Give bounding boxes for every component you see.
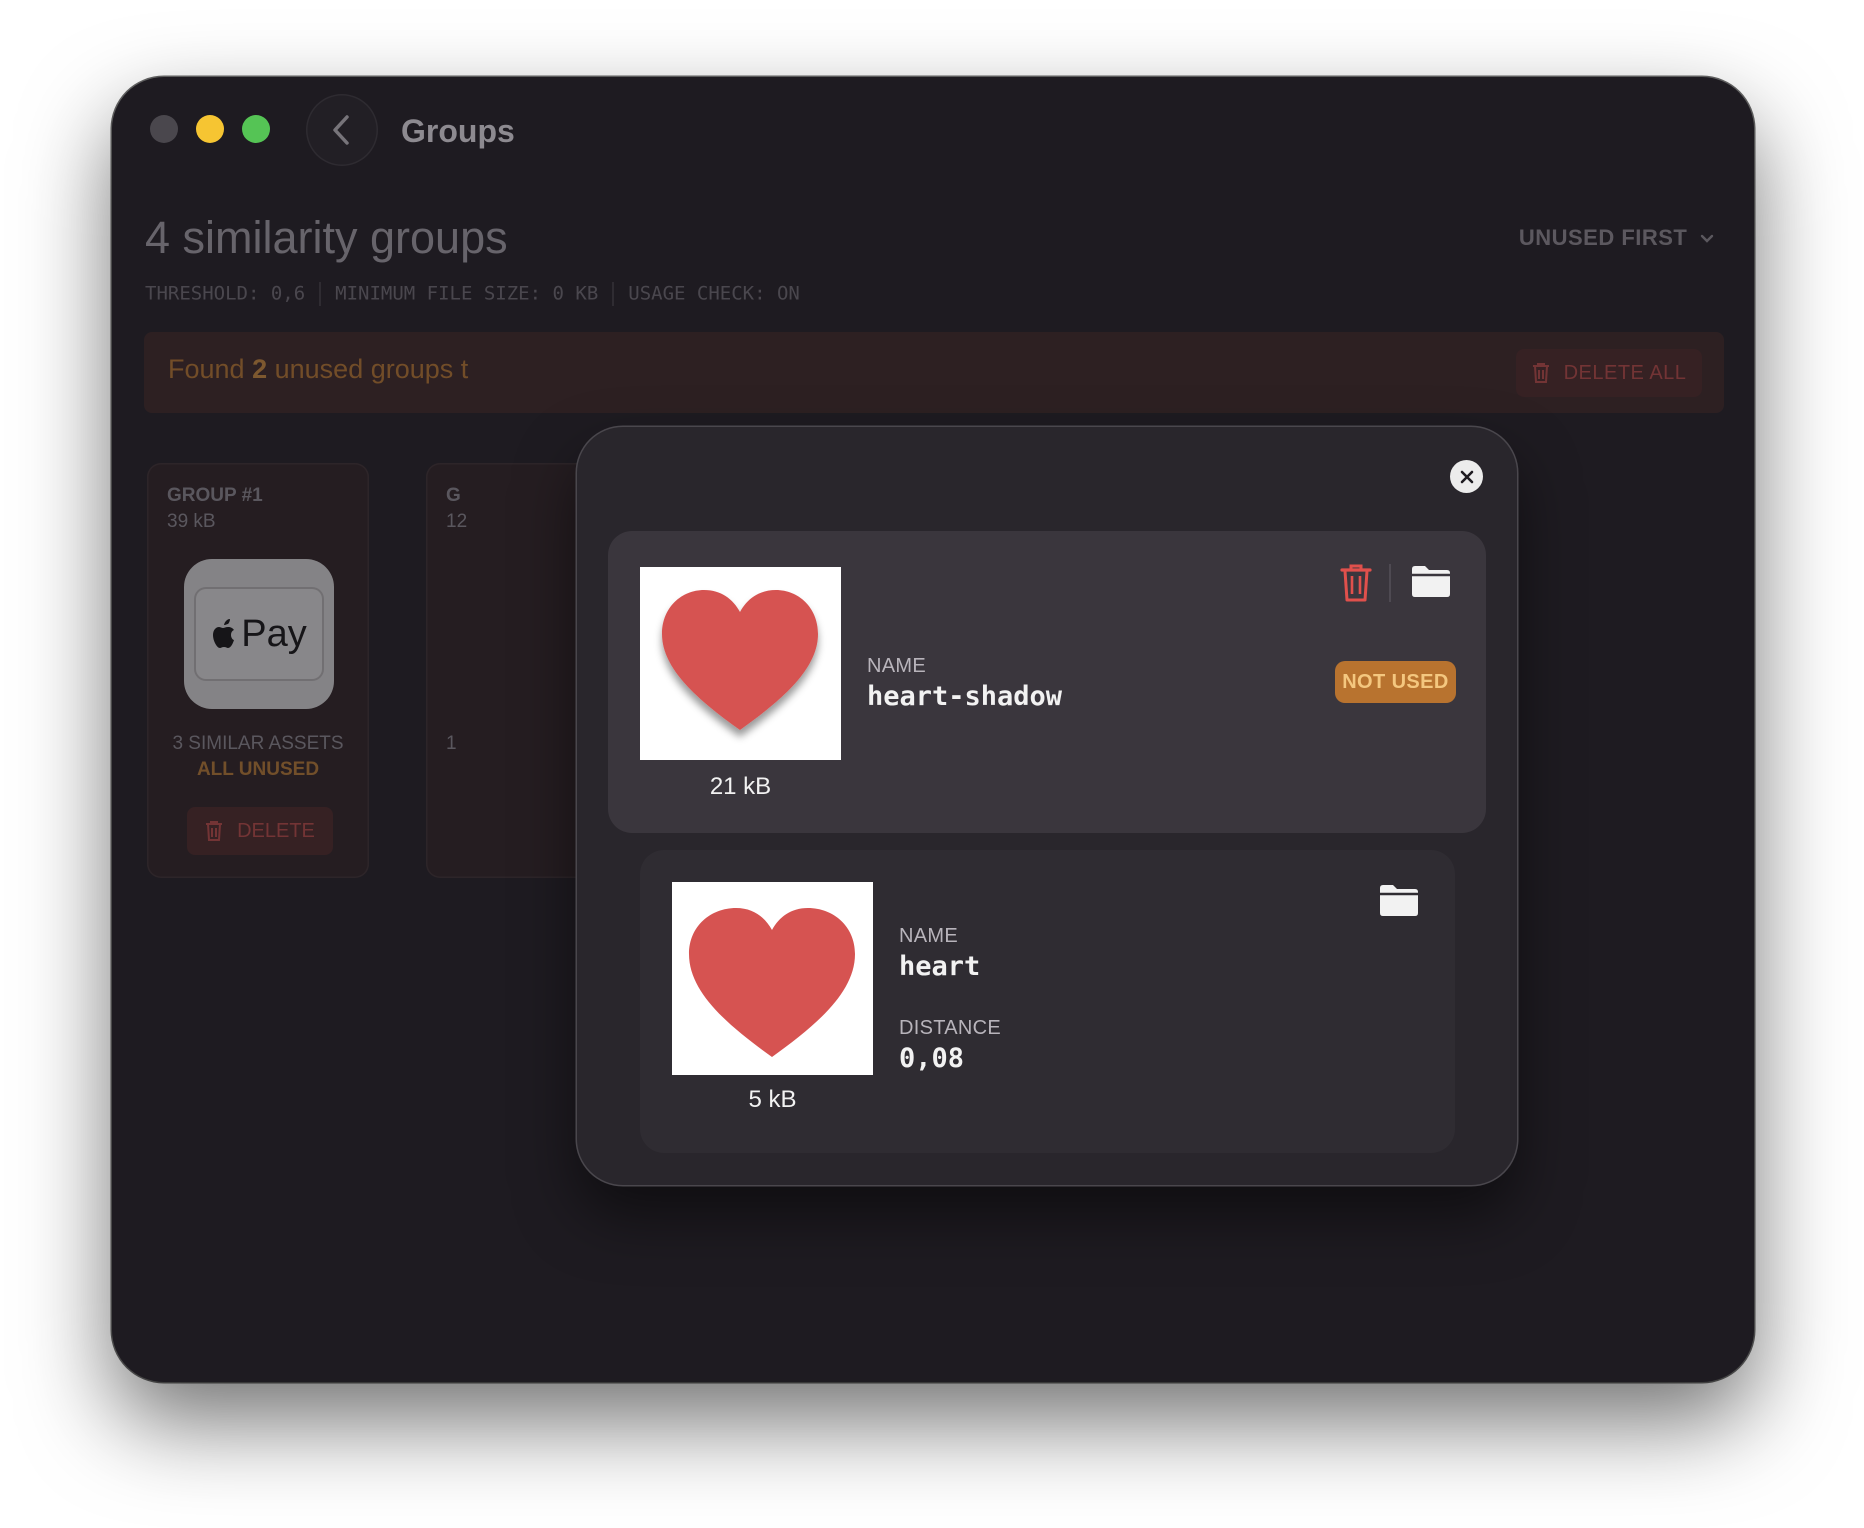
asset-thumbnail bbox=[640, 567, 841, 760]
folder-icon bbox=[1380, 885, 1418, 916]
delete-asset-button[interactable] bbox=[1336, 561, 1376, 605]
asset-name: heart bbox=[899, 951, 981, 982]
apple-pay-logo: Pay bbox=[196, 589, 322, 679]
group-size: 39 kB bbox=[167, 511, 216, 532]
sort-label: UNUSED FIRST bbox=[1518, 225, 1688, 250]
heart-image bbox=[689, 908, 855, 1057]
similar-count: 1 bbox=[446, 733, 457, 754]
distance-label: DISTANCE bbox=[899, 1017, 1002, 1039]
group-size: 12 bbox=[446, 511, 468, 532]
show-in-folder-button[interactable] bbox=[1409, 561, 1453, 601]
group-thumbnail: Pay bbox=[184, 559, 334, 709]
sort-dropdown[interactable]: UNUSED FIRST bbox=[1519, 225, 1714, 251]
asset-size: 5 kB bbox=[748, 1086, 797, 1113]
show-in-folder-button[interactable] bbox=[1377, 880, 1421, 920]
delete-group-label: DELETE bbox=[237, 819, 315, 842]
delete-group-button[interactable]: DELETE bbox=[187, 807, 333, 855]
usage-status: ALL UNUSED bbox=[196, 759, 320, 780]
trash-icon bbox=[206, 821, 223, 841]
usage-check-text: USAGE CHECK: ON bbox=[628, 282, 800, 305]
heart-shadow-image bbox=[662, 590, 818, 730]
asset-name: heart-shadow bbox=[867, 681, 1063, 712]
name-label: NAME bbox=[899, 925, 958, 947]
group-card[interactable]: GROUP #1 39 kB Pay 3 SIMILAR ASSETS ALL … bbox=[147, 463, 369, 878]
banner-suffix: unused groups t bbox=[274, 354, 469, 384]
trash-icon bbox=[1532, 363, 1549, 383]
close-icon bbox=[1460, 470, 1473, 483]
page-heading: 4 similarity groups bbox=[145, 212, 508, 263]
asset-thumbnail bbox=[672, 882, 873, 1075]
apple-pay-text: Pay bbox=[241, 612, 307, 655]
app-window: Groups 4 similarity groups UNUSED FIRST … bbox=[112, 77, 1754, 1382]
threshold-text: THRESHOLD: 0,6 bbox=[145, 282, 306, 305]
not-used-badge: NOT USED bbox=[1335, 661, 1456, 703]
banner-prefix: Found bbox=[168, 354, 245, 384]
folder-icon bbox=[1412, 566, 1450, 597]
banner-text: Found 2 unused groups t bbox=[168, 354, 468, 385]
delete-all-button[interactable]: DELETE ALL bbox=[1516, 349, 1702, 397]
name-label: NAME bbox=[867, 655, 926, 677]
group-title: GROUP #1 bbox=[167, 485, 263, 506]
distance-value: 0,08 bbox=[899, 1043, 965, 1074]
group-title: G bbox=[446, 485, 461, 506]
banner-count: 2 bbox=[252, 354, 268, 384]
delete-all-label: DELETE ALL bbox=[1563, 361, 1687, 384]
scan-settings: THRESHOLD: 0,6 MINIMUM FILE SIZE: 0 KB USA… bbox=[145, 282, 800, 306]
chevron-down-icon bbox=[1700, 234, 1714, 243]
asset-card-primary: 21 kB NAME heart-shadow NOT USED bbox=[608, 531, 1486, 833]
group-detail-modal: 21 kB NAME heart-shadow NOT USED 5 kB NA… bbox=[577, 427, 1517, 1185]
asset-size: 21 kB bbox=[709, 773, 772, 800]
asset-card: 5 kB NAME heart DISTANCE 0,08 bbox=[640, 850, 1455, 1153]
similar-count: 3 SIMILAR ASSETS bbox=[172, 733, 344, 754]
trash-icon bbox=[1340, 564, 1372, 602]
modal-close-button[interactable] bbox=[1450, 460, 1483, 493]
min-file-size-text: MINIMUM FILE SIZE: 0 KB bbox=[335, 282, 599, 305]
unused-banner: Found 2 unused groups t DELETE ALL bbox=[144, 332, 1724, 413]
divider bbox=[1389, 564, 1391, 602]
divider bbox=[612, 282, 615, 306]
divider bbox=[319, 282, 322, 306]
apple-logo-icon bbox=[213, 619, 235, 648]
